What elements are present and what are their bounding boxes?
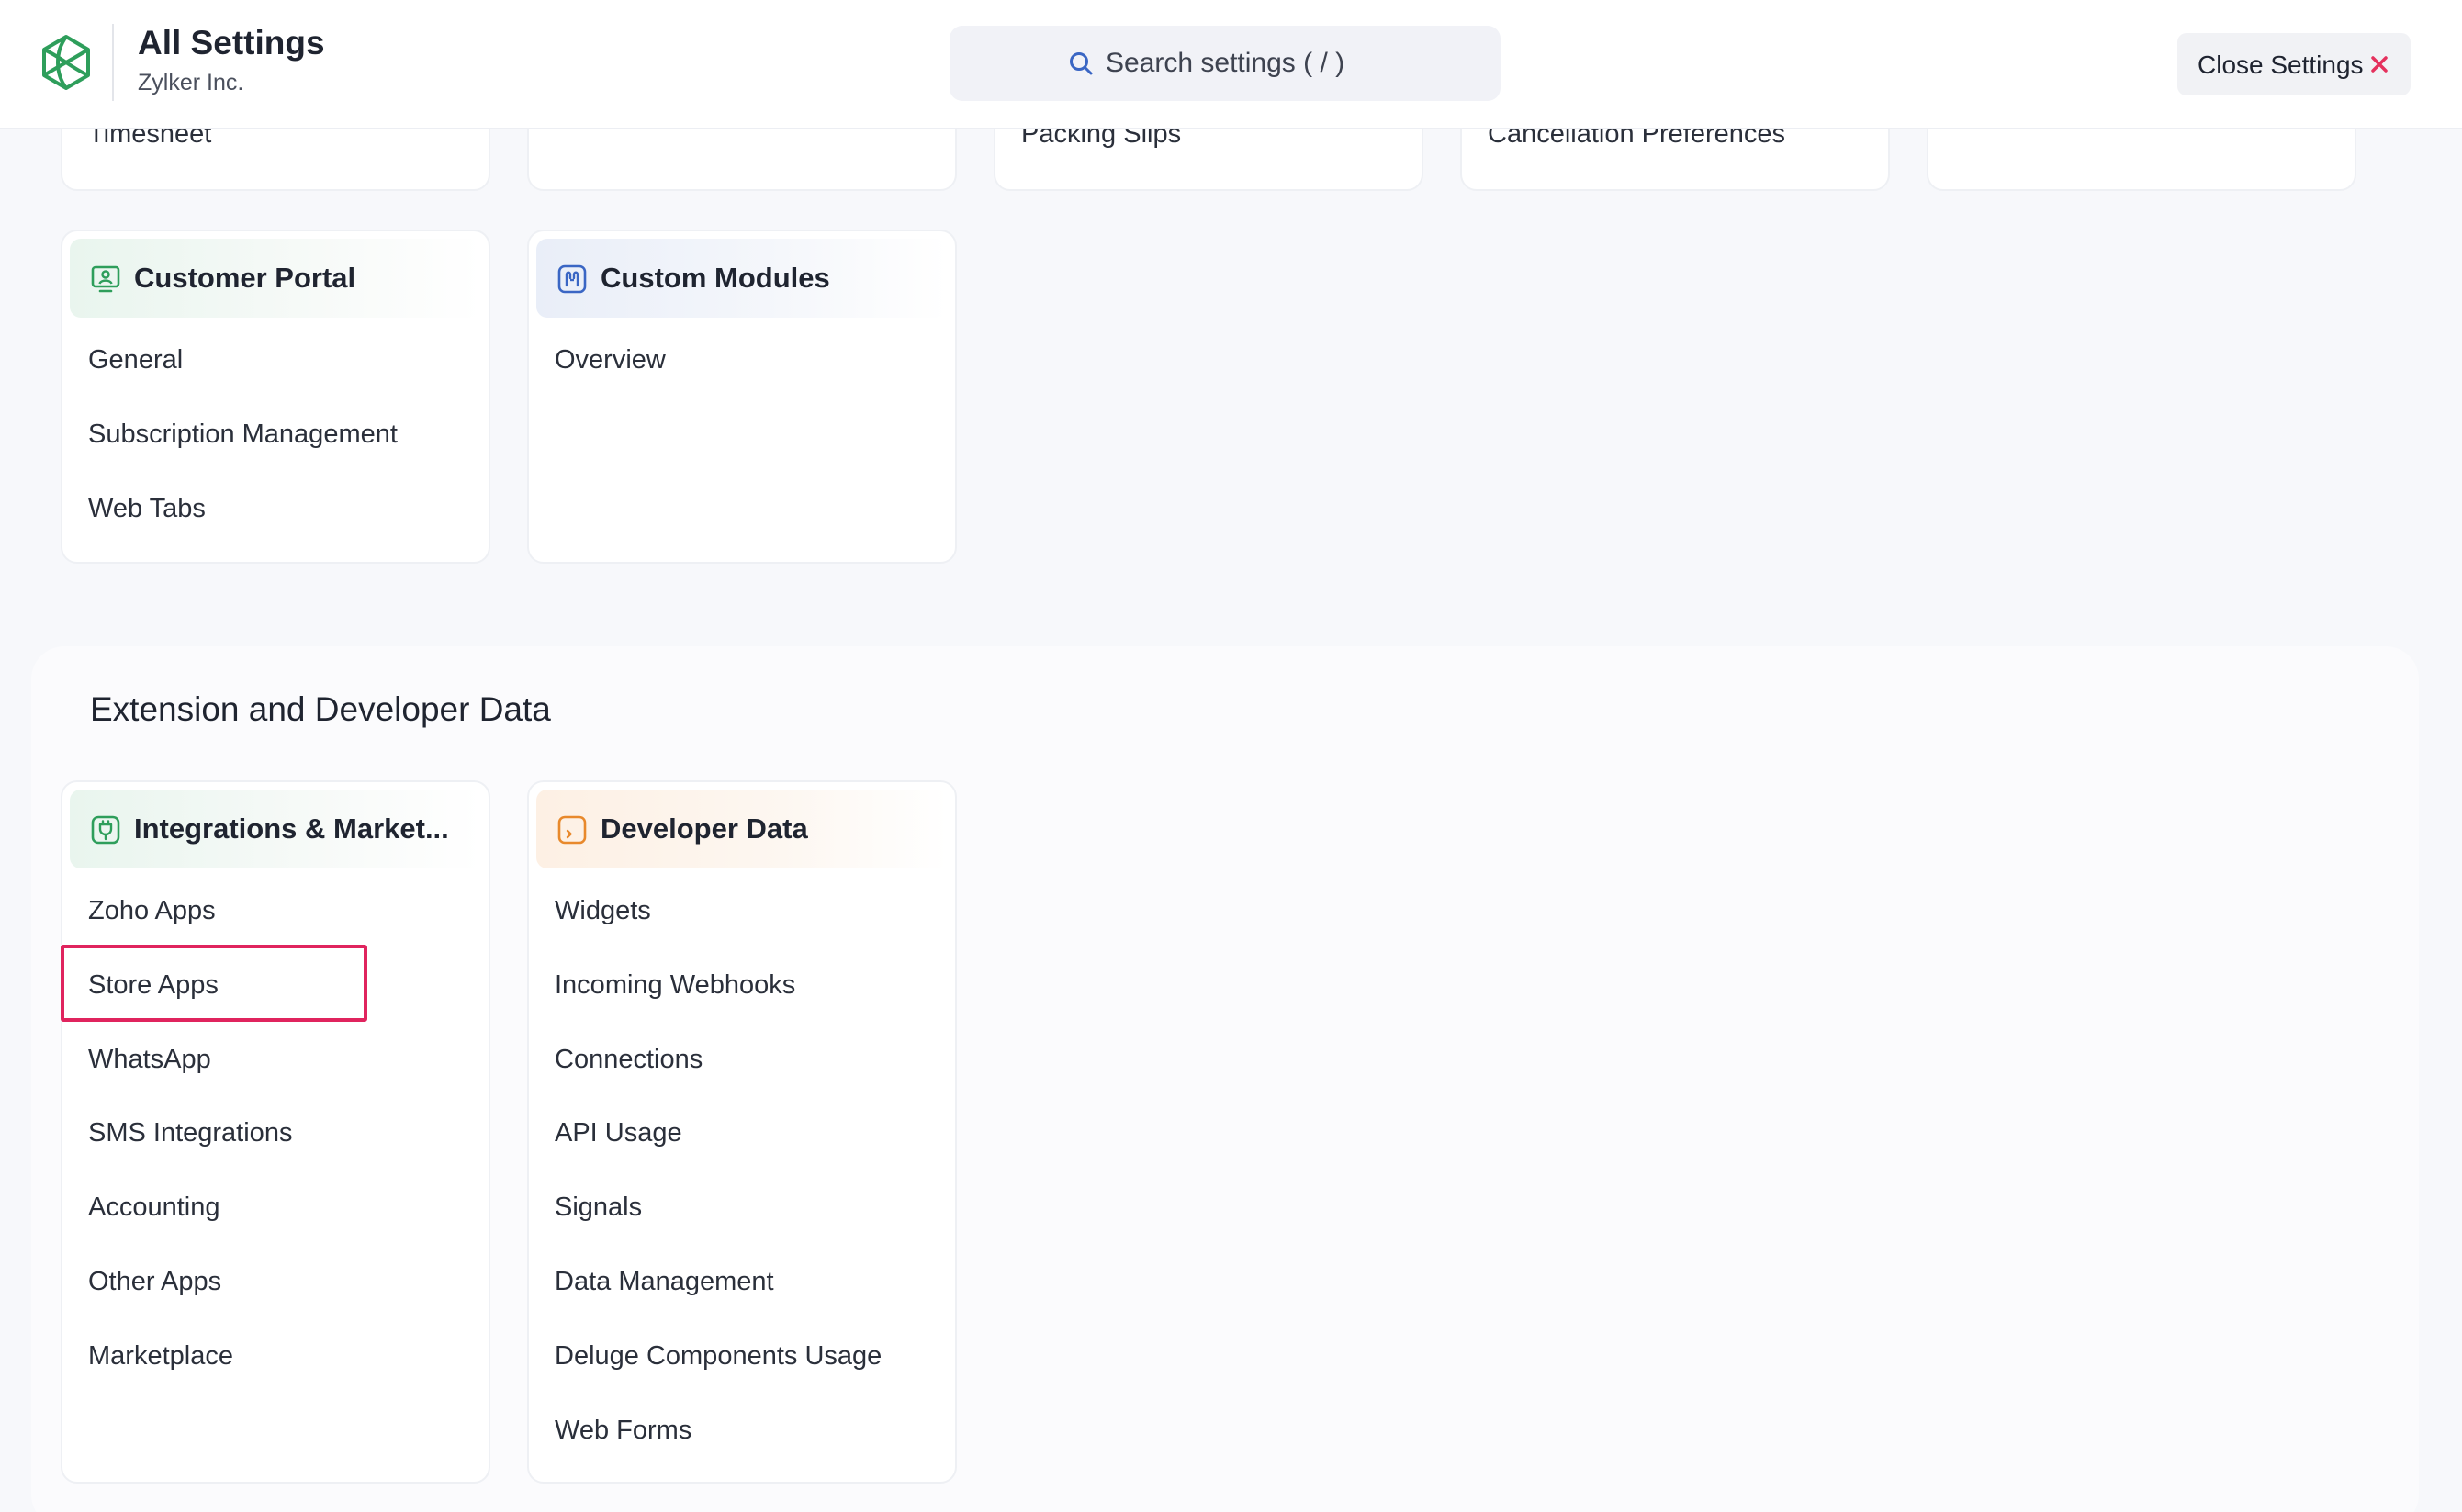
card-item-api-usage[interactable]: API Usage bbox=[555, 1118, 682, 1148]
section-title: Extension and Developer Data bbox=[90, 690, 551, 728]
card-item-incoming-webhooks[interactable]: Incoming Webhooks bbox=[555, 970, 795, 1001]
developer-data-header: Developer Data bbox=[536, 790, 948, 868]
monitor-user-icon bbox=[91, 265, 120, 293]
close-settings-button[interactable]: Close Settings bbox=[2177, 33, 2411, 95]
search-input[interactable]: Search settings ( / ) bbox=[950, 26, 1501, 101]
card-item-web-forms[interactable]: Web Forms bbox=[555, 1416, 691, 1446]
card-item-subscription-management[interactable]: Subscription Management bbox=[88, 420, 398, 450]
search-placeholder: Search settings ( / ) bbox=[1106, 48, 1345, 78]
card-item-signals[interactable]: Signals bbox=[555, 1193, 642, 1223]
settings-header: All Settings Zylker Inc. Search settings… bbox=[0, 0, 2462, 129]
customer-portal-header: Customer Portal bbox=[70, 239, 481, 318]
custom-module-icon bbox=[557, 264, 587, 294]
org-name: Zylker Inc. bbox=[138, 70, 244, 95]
custom-modules-card: Custom Modules Overview bbox=[527, 230, 957, 564]
card-item-connections[interactable]: Connections bbox=[555, 1045, 703, 1075]
integrations-card: Integrations & Market... Zoho Apps Store… bbox=[61, 780, 490, 1484]
card-item-store-apps[interactable]: Store Apps bbox=[88, 970, 219, 1001]
customer-portal-card: Customer Portal General Subscription Man… bbox=[61, 230, 490, 564]
card-title: Integrations & Market... bbox=[134, 812, 449, 845]
card-item-sms-integrations[interactable]: SMS Integrations bbox=[88, 1118, 292, 1148]
integrations-header: Integrations & Market... bbox=[70, 790, 481, 868]
card-item-zoho-apps[interactable]: Zoho Apps bbox=[88, 896, 216, 926]
card-item-deluge-components-usage[interactable]: Deluge Components Usage bbox=[555, 1341, 882, 1372]
header-divider bbox=[112, 24, 114, 101]
card-title: Developer Data bbox=[601, 812, 808, 845]
developer-data-card: Developer Data Widgets Incoming Webhooks… bbox=[527, 780, 957, 1484]
page-title: All Settings bbox=[138, 24, 325, 62]
close-settings-label: Close Settings bbox=[2198, 50, 2364, 79]
card-item-accounting[interactable]: Accounting bbox=[88, 1193, 220, 1223]
card-title: Custom Modules bbox=[601, 262, 830, 294]
custom-modules-header: Custom Modules bbox=[536, 239, 948, 318]
card-item-overview[interactable]: Overview bbox=[555, 345, 666, 375]
card-item-widgets[interactable]: Widgets bbox=[555, 896, 651, 926]
card-title: Customer Portal bbox=[134, 262, 356, 294]
zoho-logo-icon bbox=[42, 35, 90, 90]
card-item-marketplace[interactable]: Marketplace bbox=[88, 1341, 233, 1372]
terminal-icon bbox=[557, 815, 587, 845]
card-item-other-apps[interactable]: Other Apps bbox=[88, 1267, 221, 1297]
card-item-web-tabs[interactable]: Web Tabs bbox=[88, 494, 206, 524]
plug-icon bbox=[91, 815, 120, 845]
card-item-general[interactable]: General bbox=[88, 345, 183, 375]
card-item-whatsapp[interactable]: WhatsApp bbox=[88, 1045, 211, 1075]
close-icon bbox=[2371, 56, 2388, 73]
search-icon bbox=[1070, 52, 1093, 75]
card-item-data-management[interactable]: Data Management bbox=[555, 1267, 774, 1297]
